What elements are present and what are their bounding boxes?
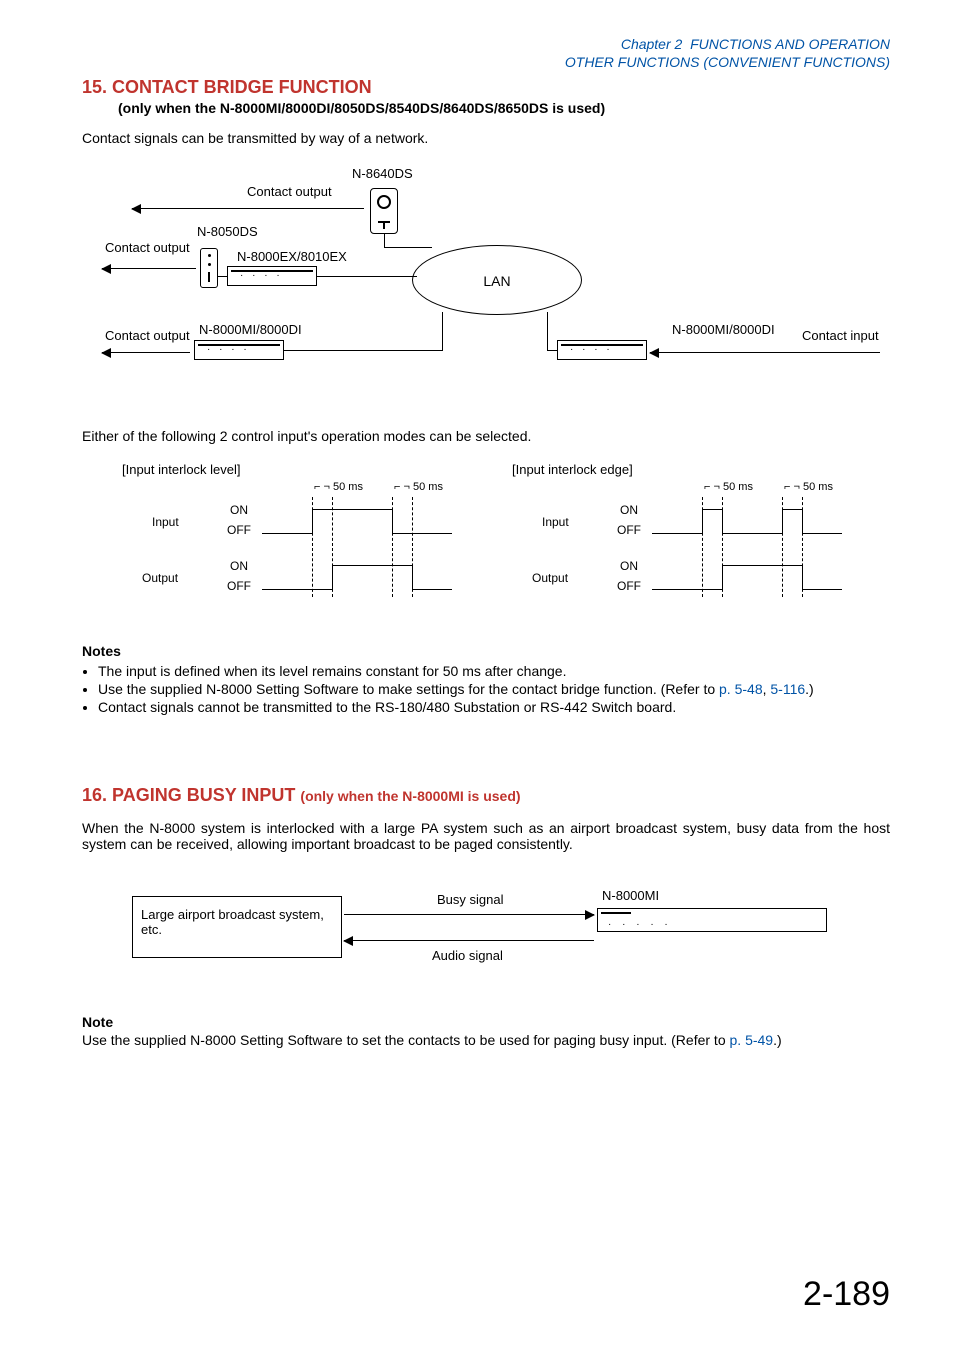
off-l1: OFF <box>227 523 251 537</box>
other-functions-title: OTHER FUNCTIONS (CONVENIENT FUNCTIONS) <box>565 54 890 70</box>
link-p5-48[interactable]: p. 5-48 <box>719 681 763 697</box>
on-e1: ON <box>620 503 638 517</box>
section-15-heading: 15. CONTACT BRIDGE FUNCTION <box>82 77 890 98</box>
note-16-text: Use the supplied N-8000 Setting Software… <box>82 1032 890 1048</box>
label-n8050: N-8050DS <box>197 224 258 239</box>
busy-signal-label: Busy signal <box>437 892 503 907</box>
chapter-label: Chapter 2 <box>621 36 682 52</box>
device-8050-icon <box>200 248 218 288</box>
note-heading-16: Note <box>82 1014 890 1030</box>
timing-input-lbl-l: Input <box>152 515 179 529</box>
functions-title: FUNCTIONS AND OPERATION <box>690 36 890 52</box>
timing-edge-title: [Input interlock edge] <box>512 462 862 477</box>
t50-l1: 50 ms <box>333 481 363 493</box>
section-15-modes-text: Either of the following 2 control input'… <box>82 428 890 444</box>
device-8000ex-icon: · · · · <box>227 266 317 286</box>
timing-edge: [Input interlock edge] ⌐ ¬ 50 ms ⌐ ¬ 50 … <box>512 462 862 613</box>
device-8000mi-left-icon: · · · · <box>194 340 284 360</box>
link-5-116[interactable]: 5-116 <box>770 681 805 697</box>
audio-signal-label: Audio signal <box>432 948 503 963</box>
section-15-subtitle: (only when the N-8000MI/8000DI/8050DS/85… <box>118 100 890 116</box>
on-l1: ON <box>230 503 248 517</box>
section-16-para: When the N-8000 system is interlocked wi… <box>82 820 890 852</box>
arrow-busy <box>344 914 594 915</box>
label-n8000mi-right: N-8000MI/8000DI <box>672 322 775 337</box>
label-n8000ex: N-8000EX/8010EX <box>237 249 347 264</box>
lan-ellipse: LAN <box>412 245 582 315</box>
arrow-mi-left-out <box>102 352 190 353</box>
note-15-2: Use the supplied N-8000 Setting Software… <box>98 681 890 697</box>
timing-level-title: [Input interlock level] <box>122 462 472 477</box>
label-n8640: N-8640DS <box>352 166 413 181</box>
label-n8000mi-16: N-8000MI <box>602 888 659 903</box>
page-number: 2-189 <box>803 1275 890 1314</box>
label-contact-input: Contact input <box>802 328 879 343</box>
t50-l2: 50 ms <box>413 481 443 493</box>
device-8000mi-16-icon: · · · · · <box>597 908 827 932</box>
timing-output-lbl-l: Output <box>142 571 178 585</box>
note-15-3: Contact signals cannot be transmitted to… <box>98 699 890 715</box>
label-contact-output-mid: Contact output <box>105 240 190 255</box>
timing-input-lbl-e: Input <box>542 515 569 529</box>
paging-diagram: Large airport broadcast system, etc. Bus… <box>132 878 852 978</box>
timing-output-lbl-e: Output <box>532 571 568 585</box>
timing-diagrams: [Input interlock level] ⌐ ¬ 50 ms ⌐ ¬ 50… <box>82 462 890 613</box>
t50-e1: 50 ms <box>723 481 753 493</box>
line-ex-lan <box>317 276 417 277</box>
t50-e2: 50 ms <box>803 481 833 493</box>
label-contact-output-bot: Contact output <box>105 328 190 343</box>
chapter-header: Chapter 2 FUNCTIONS AND OPERATION OTHER … <box>82 36 890 71</box>
airport-box: Large airport broadcast system, etc. <box>132 896 342 958</box>
device-8640-icon <box>370 188 398 234</box>
arrow-mi-right-in <box>650 352 880 353</box>
off-e1: OFF <box>617 523 641 537</box>
label-n8000mi-left: N-8000MI/8000DI <box>199 322 302 337</box>
link-p5-49[interactable]: p. 5-49 <box>730 1032 774 1048</box>
arrow-audio <box>344 940 594 941</box>
device-8000mi-right-icon: · · · · <box>557 340 647 360</box>
off-e2: OFF <box>617 579 641 593</box>
notes-heading-15: Notes <box>82 643 890 659</box>
on-e2: ON <box>620 559 638 573</box>
on-l2: ON <box>230 559 248 573</box>
section-15-intro: Contact signals can be transmitted by wa… <box>82 130 890 146</box>
note-15-1: The input is defined when its level rema… <box>98 663 890 679</box>
arrow-8050-out <box>102 268 196 269</box>
section-16-heading: 16. PAGING BUSY INPUT (only when the N-8… <box>82 785 890 806</box>
label-contact-output-top: Contact output <box>247 184 332 199</box>
network-diagram: LAN N-8640DS Contact output N-8050DS Con… <box>102 170 882 400</box>
arrow-8640-out <box>132 208 364 209</box>
notes-list-15: The input is defined when its level rema… <box>82 663 890 715</box>
timing-level: [Input interlock level] ⌐ ¬ 50 ms ⌐ ¬ 50… <box>122 462 472 613</box>
section-16-subtitle: (only when the N-8000MI is used) <box>300 788 520 804</box>
off-l2: OFF <box>227 579 251 593</box>
